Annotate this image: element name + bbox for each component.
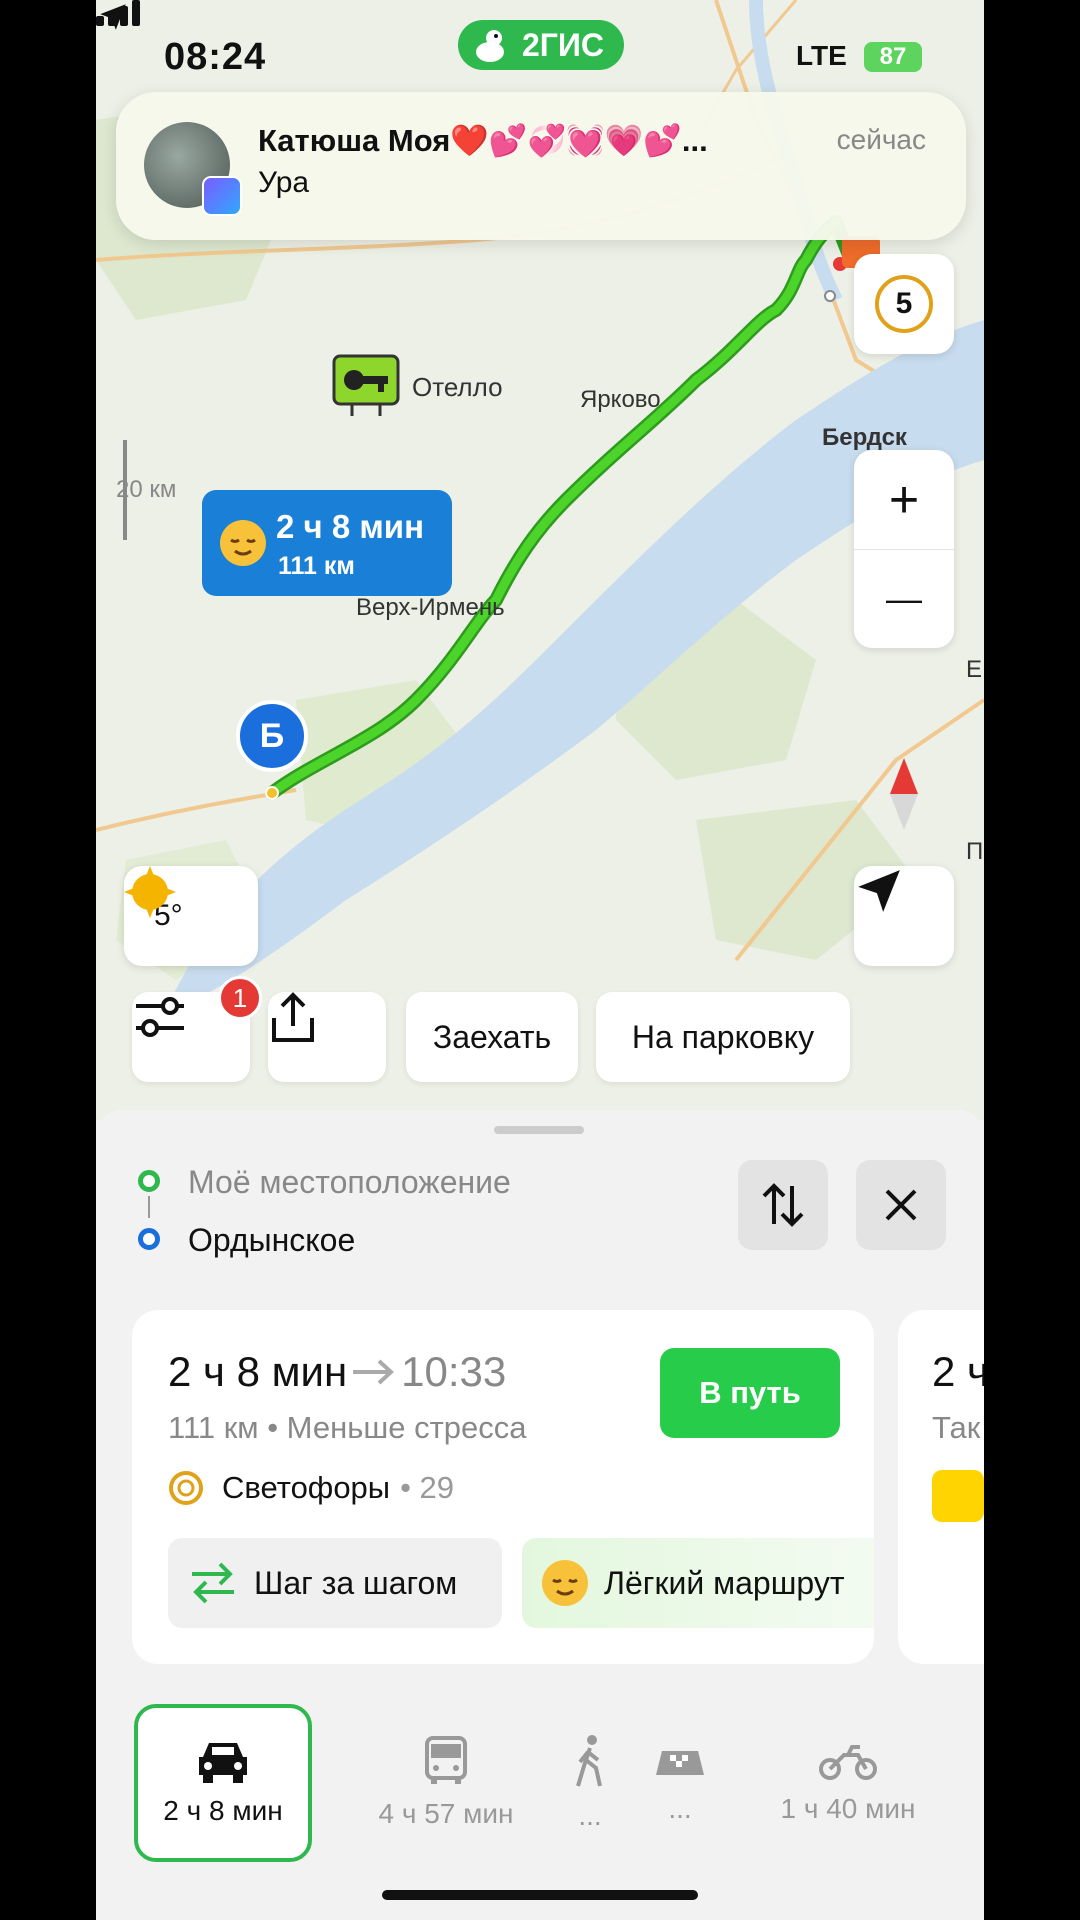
notification-body: Ура bbox=[258, 166, 310, 199]
route-option-card-2[interactable]: 2 ч Так bbox=[898, 1310, 984, 1664]
mode-taxi-label: ... bbox=[668, 1793, 692, 1824]
route2-sub: Так bbox=[932, 1410, 981, 1445]
traffic-lights-label: Светофоры bbox=[222, 1470, 391, 1505]
notification-title: Катюша Моя❤️💕💞💓💗💕... bbox=[258, 123, 708, 158]
stop-by-button[interactable]: Заехать bbox=[406, 992, 578, 1082]
filters-button[interactable]: 1 bbox=[132, 976, 262, 1082]
origin-field[interactable]: Моё местоположение bbox=[188, 1164, 511, 1201]
walk-icon bbox=[576, 1735, 602, 1787]
network-type: LTE bbox=[796, 40, 847, 71]
home-indicator[interactable] bbox=[382, 1890, 698, 1900]
traffic-score: 5 bbox=[875, 275, 933, 333]
navigation-arrow-icon bbox=[858, 870, 900, 912]
zoom-in-button[interactable]: + bbox=[854, 451, 954, 550]
route2-duration: 2 ч bbox=[932, 1348, 984, 1395]
step-by-step-button[interactable]: Шаг за шагом bbox=[168, 1538, 502, 1628]
map-label-verh-irmen: Верх-Ирмень bbox=[356, 594, 505, 621]
weather-widget[interactable]: 5° bbox=[124, 866, 258, 966]
hotel-key-icon[interactable] bbox=[332, 354, 400, 418]
destination-marker[interactable]: Б bbox=[236, 700, 308, 772]
status-time: 08:24 bbox=[164, 36, 267, 78]
compass-icon[interactable] bbox=[874, 756, 934, 832]
map-label-yarkovo: Ярково bbox=[580, 386, 661, 413]
relieved-face-icon bbox=[220, 520, 266, 566]
easy-route-label: Лёгкий маршрут bbox=[604, 1564, 845, 1601]
map-view[interactable]: 08:24 2ГИС LTE 87 Катюша Моя❤️💕💞💓💗💕... У… bbox=[96, 0, 984, 1120]
mode-car[interactable]: 2 ч 8 мин bbox=[134, 1704, 312, 1862]
route-arrival: 10:33 bbox=[401, 1348, 507, 1395]
my-location-button[interactable] bbox=[854, 866, 954, 966]
mode-motorcycle[interactable]: 1 ч 40 мин bbox=[748, 1704, 948, 1862]
route-connector bbox=[148, 1196, 150, 1218]
app-logo: 2ГИС bbox=[458, 20, 624, 70]
mode-bus-label: 4 ч 57 мин bbox=[378, 1798, 514, 1829]
sliders-icon bbox=[136, 997, 184, 1037]
motorcycle-icon bbox=[819, 1745, 877, 1780]
map-label-edge-posle: Пос bbox=[966, 838, 984, 865]
filters-badge: 1 bbox=[218, 976, 262, 1020]
mode-walk[interactable]: ... bbox=[550, 1704, 630, 1862]
swap-points-button[interactable] bbox=[738, 1160, 828, 1250]
swap-arrows-icon bbox=[762, 1183, 804, 1227]
map-label-edge-e: Е bbox=[966, 656, 983, 683]
map-label-berdsk: Бердск bbox=[822, 424, 907, 451]
notification-banner[interactable]: Катюша Моя❤️💕💞💓💗💕... Ура сейчас bbox=[116, 92, 966, 240]
exchange-arrows-icon bbox=[192, 1562, 234, 1604]
close-icon bbox=[885, 1189, 917, 1221]
traffic-lights-row: Светофоры • 29 bbox=[168, 1470, 454, 1506]
route-time-bubble[interactable]: 2 ч 8 мин 111 км bbox=[202, 490, 452, 596]
messenger-app-icon bbox=[202, 176, 242, 216]
parking-button[interactable]: На парковку bbox=[596, 992, 850, 1082]
map-label-otello: Отелло bbox=[412, 372, 503, 402]
bus-icon bbox=[425, 1736, 467, 1784]
route-bubble-time: 2 ч 8 мин bbox=[276, 508, 425, 545]
traffic-light-icon bbox=[169, 1471, 203, 1505]
step-by-step-label: Шаг за шагом bbox=[254, 1564, 458, 1601]
easy-route-chip[interactable]: Лёгкий маршрут bbox=[522, 1538, 874, 1628]
notification-time: сейчас bbox=[836, 124, 926, 155]
mode-car-label: 2 ч 8 мин bbox=[163, 1795, 283, 1826]
phone-screen: 08:24 2ГИС LTE 87 Катюша Моя❤️💕💞💓💗💕... У… bbox=[96, 0, 984, 1920]
destination-dot bbox=[138, 1228, 160, 1250]
battery-indicator: 87 bbox=[864, 42, 922, 72]
taxi-brand-icon bbox=[932, 1470, 984, 1522]
close-route-button[interactable] bbox=[856, 1160, 946, 1250]
duck-logo-icon bbox=[476, 30, 504, 62]
sun-icon bbox=[124, 866, 176, 918]
mode-bus[interactable]: 4 ч 57 мин bbox=[346, 1704, 546, 1862]
route-duration: 2 ч 8 мин bbox=[168, 1348, 348, 1395]
mode-taxi[interactable]: ... bbox=[640, 1704, 720, 1862]
mode-motorcycle-label: 1 ч 40 мин bbox=[780, 1793, 916, 1824]
relieved-face-icon bbox=[542, 1560, 588, 1606]
destination-field[interactable]: Ордынское bbox=[188, 1222, 355, 1259]
route-duration-row: 2 ч 8 мин 10:33 bbox=[168, 1348, 506, 1396]
signal-icon bbox=[96, 0, 140, 26]
zoom-control: + — bbox=[854, 450, 954, 648]
traffic-lights-count: • 29 bbox=[400, 1470, 455, 1505]
scale-label: 20 км bbox=[116, 476, 177, 503]
share-icon bbox=[272, 992, 314, 1042]
traffic-score-button[interactable]: 5 bbox=[854, 254, 954, 354]
route-summary: 111 км • Меньше стресса bbox=[168, 1410, 527, 1445]
go-button[interactable]: В путь bbox=[660, 1348, 840, 1438]
share-button[interactable] bbox=[268, 992, 386, 1082]
taxi-icon bbox=[656, 1751, 704, 1775]
mode-walk-label: ... bbox=[578, 1800, 602, 1831]
sheet-handle[interactable] bbox=[494, 1126, 584, 1134]
arrow-right-icon bbox=[353, 1359, 395, 1385]
zoom-out-button[interactable]: — bbox=[854, 550, 954, 648]
route-option-card[interactable]: 2 ч 8 мин 10:33 111 км • Меньше стресса … bbox=[132, 1310, 874, 1664]
origin-dot bbox=[138, 1170, 160, 1192]
car-icon bbox=[199, 1743, 247, 1783]
route-bubble-distance: 111 км bbox=[278, 552, 355, 580]
app-logo-text: 2ГИС bbox=[521, 26, 604, 63]
